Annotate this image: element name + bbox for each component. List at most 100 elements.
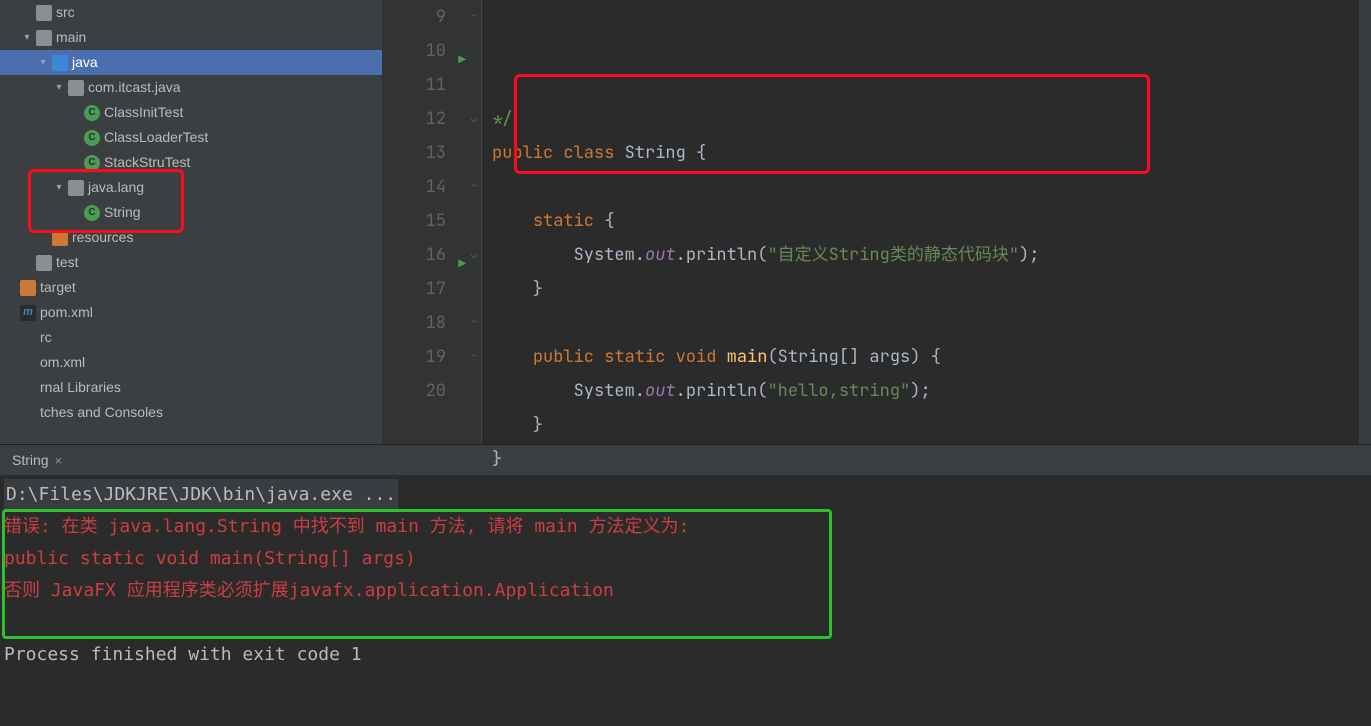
run-gutter-icon[interactable]: ▶ [458,43,466,77]
folder-icon [36,255,52,271]
folder-icon [20,280,36,296]
gutter-line[interactable]: 16▶ [382,238,446,272]
run-tab-string[interactable]: String × [6,445,68,475]
folder-icon [68,80,84,96]
console-command: D:\Files\JDKJRE\JDK\bin\java.exe ... [4,479,398,511]
fold-toggle-icon[interactable]: ⌃ [469,352,479,362]
code-line[interactable]: } [492,272,1359,306]
code-line[interactable]: } [492,442,1359,476]
tree-row[interactable]: target [0,275,382,300]
gutter-line[interactable]: 12 [382,102,446,136]
gutter-line[interactable]: 13 [382,136,446,170]
tree-row[interactable]: rnal Libraries [0,375,382,400]
code-line[interactable] [492,306,1359,340]
blank-icon [20,405,36,421]
tree-row[interactable]: ▾ java.lang [0,175,382,200]
tree-row[interactable]: test [0,250,382,275]
editor-scrollbar[interactable] [1359,0,1371,444]
main-area: src▾main▾java▾com.itcast.javaCClassInitT… [0,0,1371,444]
gutter-line[interactable]: 14 [382,170,446,204]
gutter-line[interactable]: 18 [382,306,446,340]
chevron-down-icon[interactable]: ▾ [52,75,66,100]
tree-row[interactable]: CClassInitTest [0,100,382,125]
folder-icon [52,230,68,246]
folder-icon [36,30,52,46]
console-error-line-2: public static void main(String[] args) [4,543,1367,575]
tree-row[interactable]: ▾main [0,25,382,50]
code-line[interactable]: System.out.println("hello,string"); [492,374,1359,408]
code-line[interactable]: } [492,408,1359,442]
code-line[interactable]: public static void main(String[] args) { [492,340,1359,374]
code-line[interactable] [492,170,1359,204]
console-blank [4,607,1367,639]
editor-code-area[interactable]: */public class String { static { System.… [482,0,1359,444]
fold-toggle-icon[interactable]: ⌄ [469,250,479,260]
blank-icon [20,355,36,371]
editor-fold-column[interactable]: ⌃ ⌄ ⌃ ⌄ ⌃ ⌃ [468,0,482,444]
tree-label: java [72,50,98,75]
console-error-line-1: 错误: 在类 java.lang.String 中找不到 main 方法, 请将… [4,511,1367,543]
tree-label: target [40,275,76,300]
fold-toggle-icon[interactable]: ⌄ [469,114,479,124]
tree-label: test [56,250,79,275]
tree-row[interactable]: resources [0,225,382,250]
tree-label: om.xml [40,350,85,375]
tree-row[interactable]: om.xml [0,350,382,375]
tree-row[interactable]: CStackStruTest [0,150,382,175]
blank-icon [20,330,36,346]
class-icon: C [84,205,100,221]
tree-label: tches and Consoles [40,400,163,425]
code-line[interactable]: System.out.println("自定义String类的静态代码块"); [492,238,1359,272]
chevron-down-icon[interactable]: ▾ [36,50,50,75]
gutter-line[interactable]: 19 [382,340,446,374]
folder-icon [68,180,84,196]
gutter-line[interactable]: 10▶ [382,34,446,68]
tree-label: ClassLoaderTest [104,125,208,150]
fold-toggle-icon[interactable]: ⌃ [469,182,479,192]
tree-label: rc [40,325,52,350]
tree-label: src [56,0,75,25]
code-editor[interactable]: 910▶111213141516▶17181920 ⌃⌄⌃⌄⌃⌃ */publi… [382,0,1371,444]
code-line[interactable]: */ [492,102,1359,136]
tree-row[interactable]: src [0,0,382,25]
console-error-line-3: 否则 JavaFX 应用程序类必须扩展javafx.application.Ap… [4,575,1367,607]
tree-row[interactable]: CClassLoaderTest [0,125,382,150]
project-sidebar[interactable]: src▾main▾java▾com.itcast.javaCClassInitT… [0,0,382,444]
editor-gutter: 910▶111213141516▶17181920 [382,0,468,444]
chevron-down-icon[interactable]: ▾ [20,25,34,50]
code-line[interactable]: static { [492,204,1359,238]
class-icon: C [84,105,100,121]
maven-icon: m [20,305,36,321]
chevron-down-icon[interactable]: ▾ [52,175,66,200]
folder-icon [36,5,52,21]
tree-label: pom.xml [40,300,93,325]
gutter-line[interactable]: 20 [382,374,446,408]
tree-row[interactable]: tches and Consoles [0,400,382,425]
gutter-line[interactable]: 11 [382,68,446,102]
run-gutter-icon[interactable]: ▶ [458,247,466,281]
folder-icon [52,55,68,71]
tree-label: rnal Libraries [40,375,121,400]
gutter-line[interactable]: 9 [382,0,446,34]
tree-row[interactable]: ▾ java [0,50,382,75]
tree-label: String [104,200,141,225]
fold-toggle-icon[interactable]: ⌃ [469,318,479,328]
console-output[interactable]: D:\Files\JDKJRE\JDK\bin\java.exe ... 错误:… [0,475,1371,726]
run-tab-label: String [12,452,49,468]
close-icon[interactable]: × [55,453,63,468]
tree-row[interactable]: ▾com.itcast.java [0,75,382,100]
gutter-line[interactable]: 17 [382,272,446,306]
console-exit-line: Process finished with exit code 1 [4,639,1367,671]
gutter-line[interactable]: 15 [382,204,446,238]
tree-label: java.lang [88,175,144,200]
tree-row[interactable]: rc [0,325,382,350]
tree-label: StackStruTest [104,150,190,175]
blank-icon [20,380,36,396]
code-line[interactable]: public class String { [492,136,1359,170]
tree-label: ClassInitTest [104,100,183,125]
class-icon: C [84,130,100,146]
tree-row[interactable]: mpom.xml [0,300,382,325]
fold-toggle-icon[interactable]: ⌃ [469,12,479,22]
tree-row[interactable]: CString [0,200,382,225]
run-panel: String × D:\Files\JDKJRE\JDK\bin\java.ex… [0,444,1371,726]
